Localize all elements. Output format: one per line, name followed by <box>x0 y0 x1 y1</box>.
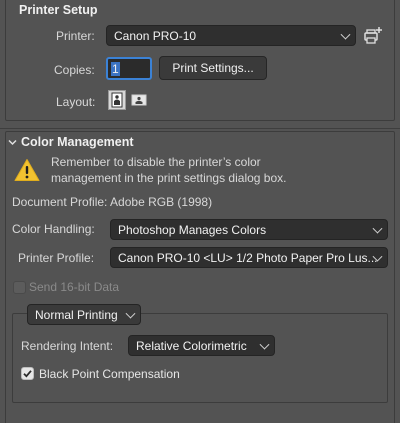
print-mode-value: Normal Printing <box>35 307 118 322</box>
rendering-intent-value: Relative Colorimetric <box>136 338 247 353</box>
warning-line-1: Remember to disable the printer’s color <box>51 155 261 169</box>
printer-profile-label: Printer Profile: <box>18 251 95 265</box>
chevron-down-icon <box>125 308 136 319</box>
print-mode-group <box>12 313 388 403</box>
color-handling-dropdown[interactable]: Photoshop Manages Colors <box>110 219 388 240</box>
color-handling-value: Photoshop Manages Colors <box>118 222 267 237</box>
printer-profile-dropdown[interactable]: Canon PRO-10 <LU> 1/2 Photo Paper Pro Lu… <box>110 247 388 268</box>
copies-value: 1 <box>111 61 120 76</box>
rendering-intent-dropdown[interactable]: Relative Colorimetric <box>128 335 275 356</box>
section-divider <box>0 128 400 129</box>
document-profile: Document Profile: Adobe RGB (1998) <box>12 195 213 209</box>
printer-dropdown-value: Canon PRO-10 <box>114 28 197 43</box>
rendering-intent-label: Rendering Intent: <box>21 339 114 353</box>
landscape-orientation-icon[interactable] <box>130 92 148 108</box>
copies-field[interactable]: 1 <box>106 57 152 80</box>
black-point-label: Black Point Compensation <box>39 367 180 381</box>
send-16bit-label: Send 16-bit Data <box>29 280 120 294</box>
printer-profile-value: Canon PRO-10 <LU> 1/2 Photo Paper Pro Lu… <box>118 250 378 265</box>
checkmark-icon <box>23 370 32 378</box>
printer-label: Printer: <box>56 29 95 43</box>
warning-line-2: management in the print settings dialog … <box>51 171 287 185</box>
printer-add-icon[interactable] <box>362 26 384 46</box>
print-settings-button[interactable]: Print Settings... <box>159 56 267 80</box>
send-16bit-checkbox[interactable] <box>13 281 26 294</box>
chevron-down-icon[interactable] <box>8 136 17 146</box>
chevron-down-icon <box>259 339 270 350</box>
print-mode-dropdown[interactable]: Normal Printing <box>27 304 141 325</box>
black-point-checkbox[interactable] <box>21 367 34 380</box>
layout-label: Layout: <box>56 95 96 109</box>
chevron-down-icon <box>372 223 383 234</box>
color-handling-label: Color Handling: <box>12 222 95 236</box>
portrait-orientation-icon[interactable] <box>108 90 126 110</box>
chevron-down-icon <box>340 29 351 40</box>
printer-setup-title: Printer Setup <box>19 3 98 17</box>
color-management-title: Color Management <box>21 135 134 149</box>
warning-triangle-icon <box>14 158 40 182</box>
copies-label: Copies: <box>54 63 95 77</box>
printer-dropdown[interactable]: Canon PRO-10 <box>106 25 356 46</box>
